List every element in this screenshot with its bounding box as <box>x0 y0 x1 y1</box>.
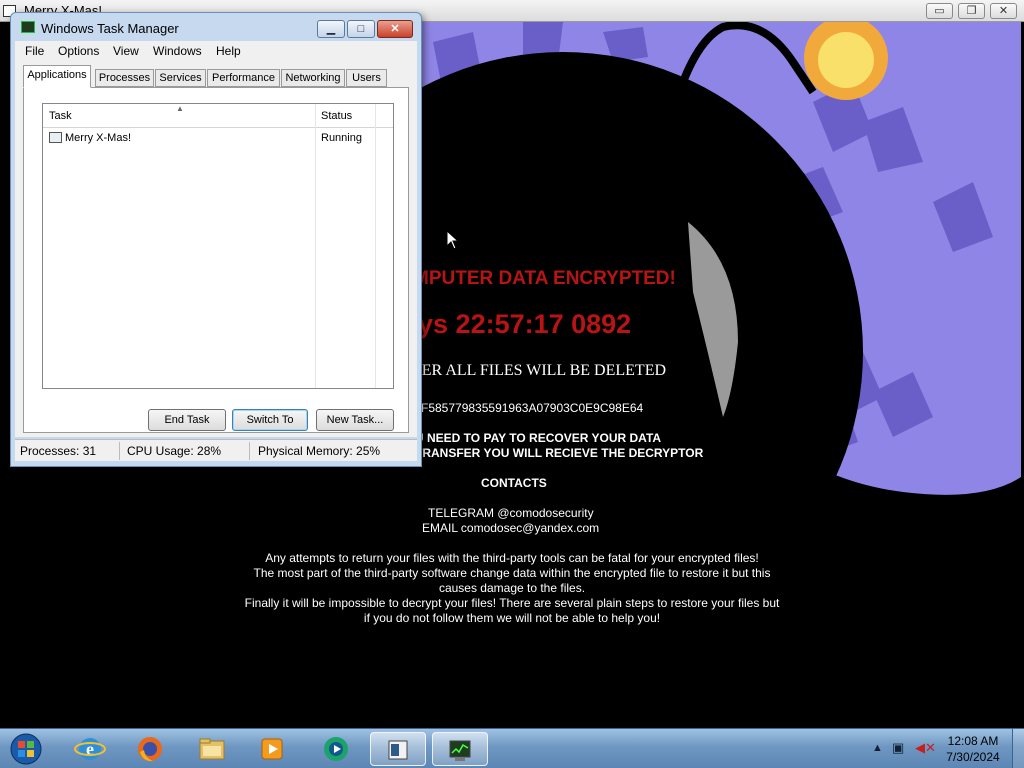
menu-windows[interactable]: Windows <box>153 44 202 58</box>
task-manager-title: Windows Task Manager <box>41 21 179 36</box>
column-status[interactable]: Status <box>321 110 352 122</box>
close-button[interactable]: ✕ <box>990 3 1017 19</box>
cpu-usage: CPU Usage: 28% <box>127 444 222 458</box>
merry-xmas-app-icon[interactable] <box>370 732 426 766</box>
task-list[interactable]: ▲ Task Status Merry X-Mas! Running <box>42 103 394 389</box>
internet-explorer-icon[interactable]: e <box>64 732 116 766</box>
media-center-icon[interactable] <box>310 732 362 766</box>
media-player-icon[interactable] <box>246 732 298 766</box>
decryptor-instruction: TRANSFER YOU WILL RECIEVE THE DECRYPTOR <box>415 446 704 460</box>
status-divider <box>119 442 120 460</box>
tab-services[interactable]: Services <box>155 69 206 87</box>
task-list-header: ▲ Task Status <box>43 104 393 128</box>
tab-processes[interactable]: Processes <box>95 69 154 87</box>
firefox-icon[interactable] <box>124 732 176 766</box>
show-desktop-button[interactable] <box>1012 729 1024 768</box>
applications-panel: ▲ Task Status Merry X-Mas! Running End T… <box>23 87 409 433</box>
email-contact: EMAIL comodosec@yandex.com <box>422 521 600 535</box>
start-button[interactable] <box>2 732 50 766</box>
menu-options[interactable]: Options <box>58 44 99 58</box>
sort-ascending-icon: ▲ <box>176 104 184 113</box>
column-divider <box>315 104 316 388</box>
show-hidden-icons-icon[interactable]: ▲ <box>872 742 883 754</box>
application-icon <box>49 132 62 143</box>
countdown-timer: ays 22:57:17 0892 <box>403 309 632 339</box>
volume-muted-icon[interactable]: ◀✕ <box>915 740 936 756</box>
third-party-warning: Any attempts to return your files with t… <box>243 551 781 626</box>
end-task-button[interactable]: End Task <box>148 409 226 431</box>
warning-line: The most part of the third-party softwar… <box>253 566 771 595</box>
close-button[interactable]: ✕ <box>377 20 413 38</box>
victim-id: F585779835591963A07903C0E9C98E64 <box>421 401 644 415</box>
status-divider <box>249 442 250 460</box>
clock-time[interactable]: 12:08 AM <box>944 734 1002 748</box>
warning-line: Finally it will be impossible to decrypt… <box>244 596 780 625</box>
warning-line: Any attempts to return your files with t… <box>265 551 759 565</box>
tab-networking[interactable]: Networking <box>281 69 345 87</box>
column-divider <box>375 104 376 388</box>
network-icon[interactable]: ▣ <box>892 740 904 756</box>
menu-view[interactable]: View <box>113 44 139 58</box>
mouse-cursor-icon <box>446 230 460 250</box>
menu-file[interactable]: File <box>25 44 44 58</box>
taskbar: e ▲ ▣ ◀✕ 12:08 AM 7/30/2024 <box>0 728 1024 768</box>
task-manager-icon <box>21 21 35 33</box>
tab-applications[interactable]: Applications <box>23 65 91 88</box>
deletion-warning: TER ALL FILES WILL BE DELETED <box>412 362 667 379</box>
minimize-button[interactable]: ▭ <box>926 3 953 19</box>
restore-button[interactable]: ❐ <box>958 3 985 19</box>
tab-performance[interactable]: Performance <box>207 69 280 87</box>
menu-help[interactable]: Help <box>216 44 241 58</box>
file-explorer-icon[interactable] <box>186 732 238 766</box>
process-count: Processes: 31 <box>20 444 97 458</box>
task-manager-window: Windows Task Manager ▁ □ ✕ File Options … <box>10 12 422 467</box>
table-row[interactable]: Merry X-Mas! Running <box>43 130 393 146</box>
column-task[interactable]: Task <box>49 110 72 122</box>
switch-to-button[interactable]: Switch To <box>232 409 308 431</box>
contacts-heading: CONTACTS <box>481 476 547 490</box>
task-manager-titlebar[interactable]: Windows Task Manager ▁ □ ✕ <box>11 13 421 41</box>
maximize-button[interactable]: □ <box>347 20 375 38</box>
windows-orb-icon <box>10 733 42 765</box>
task-manager-body: File Options View Windows Help Applicati… <box>15 41 417 437</box>
clock-date[interactable]: 7/30/2024 <box>944 750 1002 764</box>
menu-bar: File Options View Windows Help <box>15 41 417 61</box>
task-manager-icon[interactable] <box>432 732 488 766</box>
tab-users[interactable]: Users <box>346 69 387 87</box>
minimize-button[interactable]: ▁ <box>317 20 345 38</box>
task-status: Running <box>321 132 362 144</box>
new-task-button[interactable]: New Task... <box>316 409 394 431</box>
payment-instruction: U NEED TO PAY TO RECOVER YOUR DATA <box>415 431 662 445</box>
ransom-headline: MPUTER DATA ENCRYPTED! <box>413 268 676 289</box>
status-bar: Processes: 31 CPU Usage: 28% Physical Me… <box>15 439 417 461</box>
telegram-contact: TELEGRAM @comodosecurity <box>428 506 594 520</box>
physical-memory: Physical Memory: 25% <box>258 444 381 458</box>
task-name: Merry X-Mas! <box>65 132 131 144</box>
